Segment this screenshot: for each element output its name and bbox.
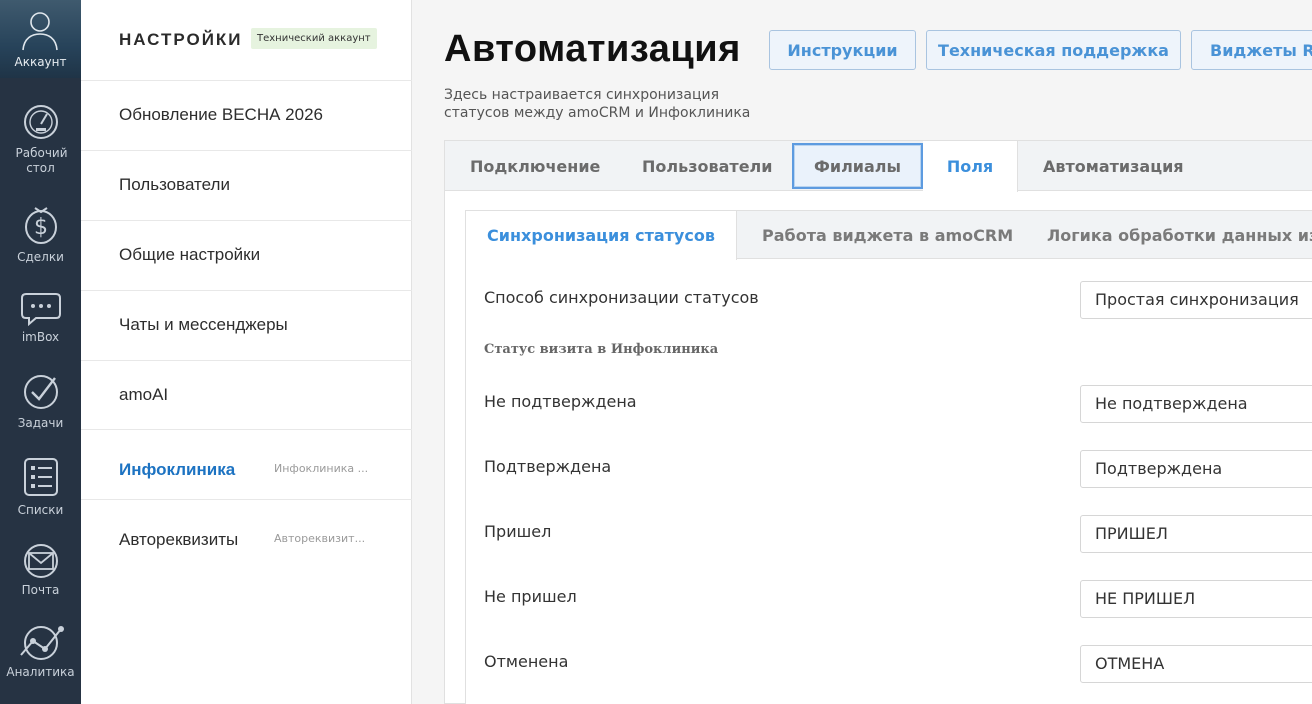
section-caption: Статус визита в Инфоклиника xyxy=(484,342,719,357)
form-row-sync-method: Способ синхронизации статусов Простая си… xyxy=(484,281,1312,319)
nav-item-imbox[interactable]: imBox xyxy=(0,290,81,345)
list-icon xyxy=(23,458,58,496)
instructions-button[interactable]: Инструкции xyxy=(769,30,916,70)
sidebar-item-label: Инфоклиника xyxy=(119,460,236,479)
subtab-data-logic[interactable]: Логика обработки данных из И xyxy=(1047,211,1312,259)
form-row: Не пришел НЕ ПРИШЕЛ xyxy=(484,580,1312,618)
status-label: Подтверждена xyxy=(484,457,612,476)
tab-branches[interactable]: Филиалы xyxy=(792,143,923,189)
automation-subpanel: Синхронизация статусов Работа виджета в … xyxy=(465,210,1312,704)
sidebar-item-label: amoAI xyxy=(119,385,169,404)
sidebar-item-general[interactable]: Общие настройки xyxy=(81,220,412,290)
sub-tabs: Синхронизация статусов Работа виджета в … xyxy=(466,211,1312,260)
subtab-widget-work[interactable]: Работа виджета в amoCRM xyxy=(762,211,1013,259)
tab-fields[interactable]: Поля xyxy=(923,141,1018,192)
form-row: Отменена ОТМЕНА xyxy=(484,645,1312,683)
nav-item-analytics[interactable]: Аналитика xyxy=(0,623,81,680)
account-button[interactable]: Аккаунт xyxy=(0,0,81,78)
nav-label-dashboard: Рабочий стол xyxy=(15,146,68,175)
sidebar-item-autorequisites[interactable]: Автореквизиты Автореквизит... xyxy=(81,499,412,569)
page-title: Автоматизация xyxy=(444,28,741,70)
settings-title: НАСТРОЙКИ xyxy=(119,30,243,49)
form-row: Пришел ПРИШЕЛ xyxy=(484,515,1312,553)
nav-item-lists[interactable]: Списки xyxy=(0,455,81,518)
dashboard-icon xyxy=(23,105,58,139)
sidebar-item-label: Пользователи xyxy=(119,175,230,194)
status-label: Не подтверждена xyxy=(484,392,637,411)
status-select[interactable]: Подтверждена xyxy=(1080,450,1312,488)
technical-account-badge: Технический аккаунт xyxy=(251,28,377,49)
tab-automation[interactable]: Автоматизация xyxy=(1043,141,1184,191)
page-subtitle: Здесь настраивается синхронизация статус… xyxy=(444,87,751,121)
sidebar-item-sublabel: Инфоклиника ... xyxy=(274,462,369,475)
support-button[interactable]: Техническая поддержка xyxy=(926,30,1181,70)
status-select[interactable]: ОТМЕНА xyxy=(1080,645,1312,683)
nav-item-dashboard[interactable]: Рабочий стол xyxy=(0,102,81,176)
chat-icon xyxy=(20,293,61,326)
nav-label-analytics: Аналитика xyxy=(6,665,75,679)
tab-users[interactable]: Пользователи xyxy=(642,141,772,191)
svg-text:$: $ xyxy=(34,215,48,240)
nav-label-lists: Списки xyxy=(17,503,64,517)
dollar-icon: $ xyxy=(24,207,57,244)
form-row: Не подтверждена Не подтверждена xyxy=(484,385,1312,423)
widgets-button[interactable]: Виджеты Ru xyxy=(1191,30,1312,70)
sidebar-item-label: Обновление ВЕСНА 2026 xyxy=(119,105,323,124)
form-row: Подтверждена Подтверждена xyxy=(484,450,1312,488)
status-label: Не пришел xyxy=(484,587,577,606)
nav-item-deals[interactable]: $ Сделки xyxy=(0,202,81,265)
sidebar-item-infoclinic[interactable]: Инфоклиника Инфоклиника ... xyxy=(81,429,412,499)
sidebar-item-update[interactable]: Обновление ВЕСНА 2026 xyxy=(81,80,412,150)
nav-label-deals: Сделки xyxy=(17,250,64,264)
sidebar-item-sublabel: Автореквизит... xyxy=(274,532,366,545)
status-select[interactable]: Не подтверждена xyxy=(1080,385,1312,423)
settings-panel: Подключение Пользователи Филиалы Поля Ав… xyxy=(444,140,1312,704)
sync-method-select[interactable]: Простая синхронизация xyxy=(1080,281,1312,319)
sidebar-item-amoai[interactable]: amoAI xyxy=(81,360,412,430)
main-tabs: Подключение Пользователи Филиалы Поля Ав… xyxy=(445,141,1312,192)
analytics-icon xyxy=(19,626,64,660)
check-icon xyxy=(23,375,58,409)
sync-method-label: Способ синхронизации статусов xyxy=(484,288,759,307)
status-label: Пришел xyxy=(484,522,552,541)
nav-label-imbox: imBox xyxy=(21,330,60,344)
account-label: Аккаунт xyxy=(14,55,67,69)
sidebar-item-label: Автореквизиты xyxy=(119,530,239,549)
sidebar-item-users[interactable]: Пользователи xyxy=(81,150,412,220)
nav-item-mail[interactable]: Почта xyxy=(0,543,81,598)
sidebar-item-label: Чаты и мессенджеры xyxy=(119,315,288,334)
status-select[interactable]: НЕ ПРИШЕЛ xyxy=(1080,580,1312,618)
nav-item-tasks[interactable]: Задачи xyxy=(0,372,81,431)
status-select[interactable]: ПРИШЕЛ xyxy=(1080,515,1312,553)
status-label: Отменена xyxy=(484,652,569,671)
mail-icon xyxy=(23,544,58,578)
sidebar-item-label: Общие настройки xyxy=(119,245,261,264)
subtab-status-sync[interactable]: Синхронизация статусов xyxy=(466,211,737,260)
avatar-icon xyxy=(22,12,58,51)
nav-label-tasks: Задачи xyxy=(17,416,64,430)
main-navigation: Аккаунт Рабочий стол $ Сделки imBox Зада xyxy=(0,0,81,704)
nav-label-mail: Почта xyxy=(21,583,60,597)
main-content: Автоматизация Здесь настраивается синхро… xyxy=(412,0,1312,704)
sidebar-item-chats[interactable]: Чаты и мессенджеры xyxy=(81,290,412,360)
settings-sidebar: НАСТРОЙКИ Технический аккаунт Обновление… xyxy=(81,0,412,704)
tab-connection[interactable]: Подключение xyxy=(470,141,600,191)
